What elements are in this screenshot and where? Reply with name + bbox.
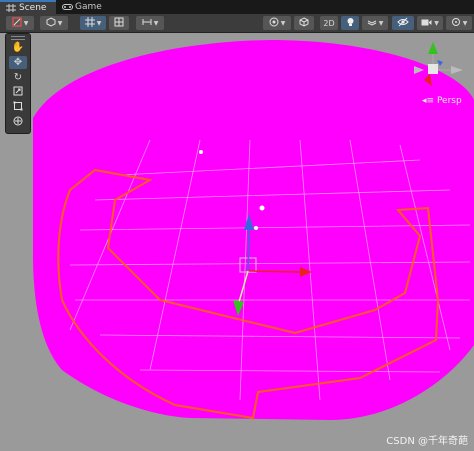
rotate-tool-button[interactable]: ↻ bbox=[9, 71, 27, 84]
gizmos-icon bbox=[451, 17, 461, 29]
transform-tool-button[interactable] bbox=[9, 116, 27, 129]
gizmo-cube-button[interactable] bbox=[294, 16, 314, 30]
chevron-down-icon: ▼ bbox=[280, 19, 286, 27]
scene-toolbar: ▼ ▼ ▼ ▼ ▼ 2D ▼ ▼ ▼ bbox=[0, 14, 474, 33]
increment-snap-button[interactable]: ▼ bbox=[136, 16, 164, 30]
draw-mode-icon bbox=[46, 17, 56, 29]
projection-label[interactable]: ◂≡ Persp bbox=[422, 96, 462, 106]
tab-scene-label: Scene bbox=[19, 3, 47, 13]
scene-viewport[interactable] bbox=[0, 33, 474, 451]
chevron-down-icon: ▼ bbox=[434, 19, 439, 27]
gamepad-icon bbox=[62, 3, 73, 11]
watermark: CSDN @千年奇葩 bbox=[386, 436, 468, 447]
gizmo-y-cone bbox=[428, 42, 438, 54]
chevron-down-icon: ▼ bbox=[23, 19, 29, 27]
render-sphere-button[interactable]: ▼ bbox=[263, 16, 291, 30]
increment-snap-icon bbox=[142, 17, 152, 29]
camera-settings-button[interactable]: ▼ bbox=[417, 16, 443, 30]
rect-tool-icon bbox=[13, 101, 23, 114]
palette-drag-handle[interactable] bbox=[11, 36, 25, 40]
move-tool-button[interactable]: ✥ bbox=[9, 56, 27, 69]
tool-palette: ✋ ✥ ↻ bbox=[5, 33, 31, 134]
tab-game-label: Game bbox=[75, 2, 102, 12]
light-probe-dot bbox=[199, 150, 203, 154]
move-tool-icon: ✥ bbox=[13, 57, 23, 68]
gizmos-button[interactable]: ▼ bbox=[446, 16, 472, 30]
mode-2d-button[interactable]: 2D bbox=[320, 16, 338, 30]
chevron-down-icon: ▼ bbox=[153, 19, 159, 27]
tab-game[interactable]: Game bbox=[56, 0, 108, 14]
hand-tool-button[interactable]: ✋ bbox=[9, 41, 27, 54]
scene-canvas bbox=[33, 40, 474, 420]
effects-toggle[interactable]: ▼ bbox=[362, 16, 388, 30]
gizmo-x-cone bbox=[451, 66, 463, 74]
snap-settings-button[interactable] bbox=[109, 16, 129, 30]
persp-icon: ◂≡ bbox=[422, 96, 435, 106]
grid-toggle-button[interactable]: ▼ bbox=[80, 16, 106, 30]
gizmo-cube-icon bbox=[299, 17, 309, 29]
tab-scene[interactable]: Scene bbox=[0, 0, 56, 14]
gizmo-center-cube bbox=[428, 64, 438, 74]
gizmo-x-axis bbox=[247, 270, 301, 273]
render-sphere-icon bbox=[269, 17, 279, 29]
scale-tool-button[interactable] bbox=[9, 86, 27, 99]
scale-tool-icon bbox=[13, 86, 23, 99]
lighting-icon bbox=[346, 17, 355, 29]
transform-tool-icon bbox=[13, 116, 23, 129]
chevron-down-icon: ▼ bbox=[96, 19, 102, 27]
object-dot bbox=[259, 205, 265, 211]
persp-text: Persp bbox=[436, 96, 462, 106]
shading-mode-icon bbox=[12, 17, 22, 29]
tab-bar: Scene Game bbox=[0, 0, 474, 14]
chevron-down-icon: ▼ bbox=[57, 19, 63, 27]
visibility-icon bbox=[397, 17, 409, 29]
scene-grid-icon bbox=[6, 4, 16, 12]
rect-tool-button[interactable] bbox=[9, 101, 27, 114]
chevron-down-icon: ▼ bbox=[462, 19, 468, 27]
effects-icon bbox=[367, 17, 377, 29]
grid-snap-icon bbox=[84, 17, 95, 29]
draw-mode-button[interactable]: ▼ bbox=[40, 16, 68, 30]
hand-tool-icon: ✋ bbox=[11, 42, 25, 53]
camera-icon bbox=[421, 18, 432, 29]
snap-icon bbox=[114, 17, 124, 29]
chevron-down-icon: ▼ bbox=[378, 19, 384, 27]
object-dot-2 bbox=[254, 226, 258, 230]
mode-2d-label: 2D bbox=[323, 18, 335, 28]
visibility-toggle[interactable] bbox=[392, 16, 414, 30]
lighting-toggle[interactable] bbox=[341, 16, 359, 30]
shading-mode-button[interactable]: ▼ bbox=[6, 16, 34, 30]
rotate-tool-icon: ↻ bbox=[13, 72, 23, 83]
gizmo-y-axis bbox=[247, 227, 250, 272]
